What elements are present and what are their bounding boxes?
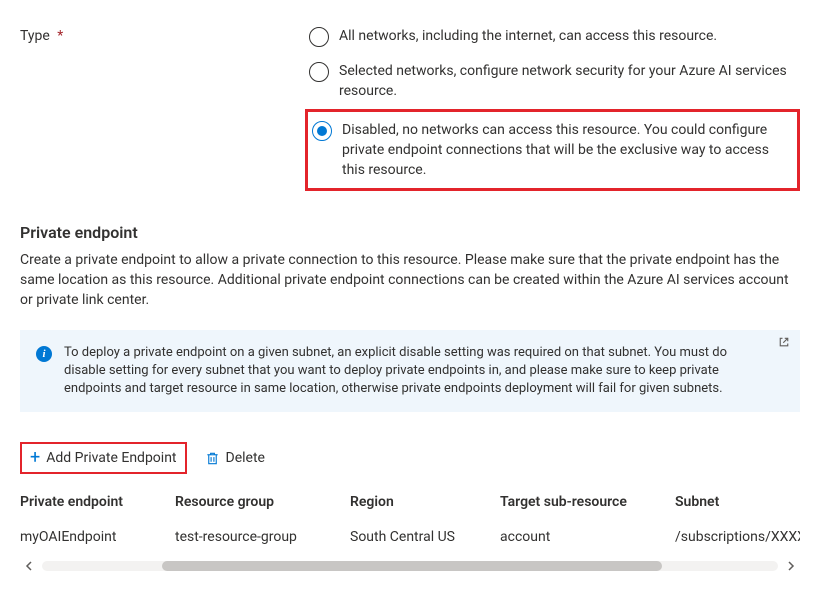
scroll-track[interactable]: [42, 561, 778, 571]
external-link-icon[interactable]: [778, 336, 790, 348]
radio-circle-icon: [309, 27, 329, 47]
info-banner-text: To deploy a private endpoint on a given …: [64, 344, 784, 398]
scroll-left-icon[interactable]: [20, 561, 38, 571]
horizontal-scrollbar[interactable]: [20, 561, 800, 571]
delete-button-label: Delete: [226, 450, 265, 466]
network-type-radio-group: All networks, including the internet, ca…: [305, 20, 800, 193]
required-marker: *: [57, 28, 63, 44]
radio-selected-networks[interactable]: Selected networks, configure network sec…: [305, 55, 800, 107]
cell-target: account: [500, 529, 675, 545]
radio-label: All networks, including the internet, ca…: [339, 26, 717, 46]
col-header-private-endpoint[interactable]: Private endpoint: [20, 494, 175, 510]
plus-icon: +: [30, 451, 40, 465]
scroll-thumb[interactable]: [162, 561, 662, 571]
table-row[interactable]: myOAIEndpoint test-resource-group South …: [20, 519, 800, 555]
radio-disabled[interactable]: Disabled, no networks can access this re…: [305, 109, 800, 191]
col-header-resource-group[interactable]: Resource group: [175, 494, 350, 510]
cell-region: South Central US: [350, 529, 500, 545]
info-icon: i: [36, 346, 52, 362]
network-type-field: Type * All networks, including the inter…: [20, 20, 800, 193]
col-header-target[interactable]: Target sub-resource: [500, 494, 675, 510]
private-endpoint-toolbar: + Add Private Endpoint Delete: [20, 442, 800, 474]
scroll-right-icon[interactable]: [782, 561, 800, 571]
delete-button[interactable]: Delete: [197, 444, 273, 472]
cell-subnet: /subscriptions/XXXX-: [675, 529, 800, 545]
radio-circle-icon: [312, 121, 332, 141]
radio-label: Selected networks, configure network sec…: [339, 61, 792, 101]
cell-private-endpoint: myOAIEndpoint: [20, 529, 175, 545]
cell-resource-group: test-resource-group: [175, 529, 350, 545]
trash-icon: [205, 451, 220, 466]
col-header-subnet[interactable]: Subnet: [675, 494, 800, 510]
type-label-text: Type: [20, 28, 50, 44]
private-endpoint-table: Private endpoint Resource group Region T…: [20, 486, 800, 555]
private-endpoint-title: Private endpoint: [20, 223, 800, 242]
col-header-region[interactable]: Region: [350, 494, 500, 510]
add-button-label: Add Private Endpoint: [46, 450, 176, 466]
radio-all-networks[interactable]: All networks, including the internet, ca…: [305, 20, 800, 53]
table-header-row: Private endpoint Resource group Region T…: [20, 486, 800, 519]
type-label: Type *: [20, 20, 305, 44]
radio-circle-icon: [309, 62, 329, 82]
add-private-endpoint-button[interactable]: + Add Private Endpoint: [20, 442, 187, 474]
radio-label: Disabled, no networks can access this re…: [342, 120, 789, 180]
info-banner: i To deploy a private endpoint on a give…: [20, 330, 800, 412]
private-endpoint-description: Create a private endpoint to allow a pri…: [20, 250, 800, 310]
